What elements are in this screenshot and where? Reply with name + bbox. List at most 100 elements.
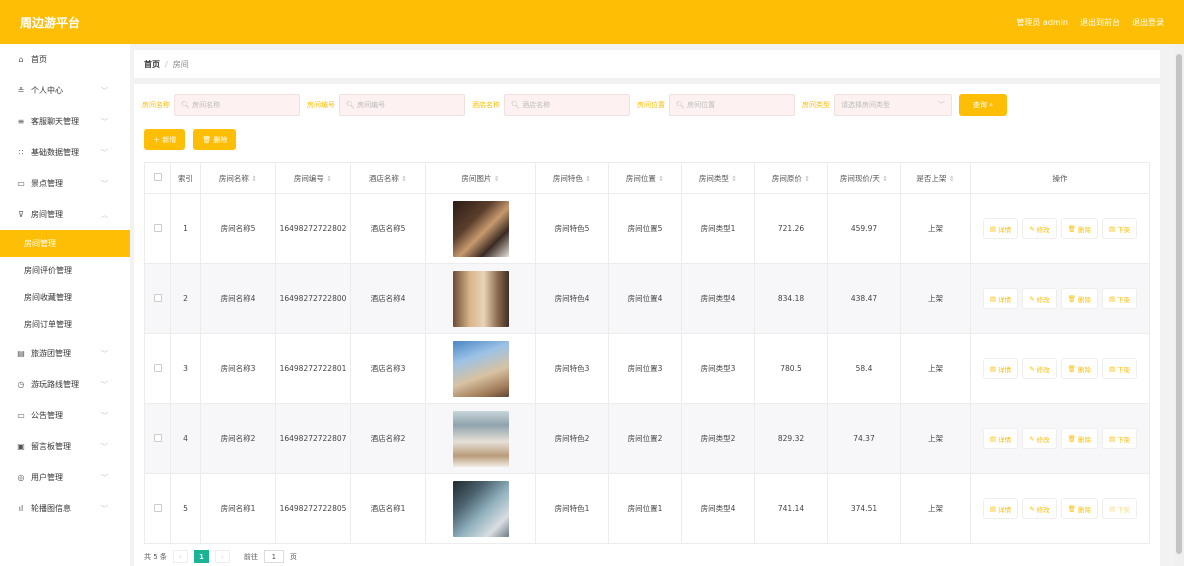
sort-icon[interactable]: ⇕: [882, 175, 888, 183]
cell-room-code: 16498272722805: [275, 473, 351, 544]
col-room-feature[interactable]: 房间特色 ⇕: [535, 162, 609, 194]
sort-icon[interactable]: ⇕: [251, 175, 257, 183]
detail-button[interactable]: ▤ 详情: [982, 428, 1019, 449]
checkbox[interactable]: [153, 173, 162, 181]
back-to-frontend-link[interactable]: 退出到前台: [1080, 17, 1120, 28]
room-thumbnail[interactable]: [452, 270, 509, 327]
detail-button[interactable]: ▤ 详情: [982, 498, 1019, 519]
col-room-type[interactable]: 房间类型 ⇕: [681, 162, 755, 194]
offshelf-button[interactable]: ▤ 下架: [1101, 288, 1138, 309]
col-room-name[interactable]: 房间名称 ⇕: [200, 162, 276, 194]
sort-icon[interactable]: ⇕: [731, 175, 737, 183]
row-checkbox[interactable]: [144, 263, 171, 334]
detail-button[interactable]: ▤ 详情: [982, 218, 1019, 239]
op-label: 下架: [1117, 295, 1131, 304]
sidebar-item-tour-group[interactable]: ▤ 旅游团管理 ﹀: [0, 338, 130, 369]
checkbox[interactable]: [153, 293, 162, 302]
sidebar-subitem-room-review[interactable]: 房间评价管理: [0, 257, 130, 284]
offshelf-button[interactable]: ▤ 下架: [1101, 358, 1138, 379]
logout-link[interactable]: 退出登录: [1132, 17, 1164, 28]
search-button[interactable]: 查询 ⌕: [959, 94, 1007, 116]
delete-button[interactable]: 🗑︎ 删除: [1060, 358, 1098, 379]
sidebar-item-message-board[interactable]: ▣ 留言板管理 ﹀: [0, 431, 130, 462]
sort-icon[interactable]: ⇕: [326, 175, 332, 183]
cell-original-price: 829.32: [754, 403, 828, 474]
delete-button[interactable]: 🗑︎ 删除: [1060, 498, 1098, 519]
col-current-price[interactable]: 房间现价/天 ⇕: [827, 162, 901, 194]
select-all-checkbox[interactable]: [144, 162, 171, 194]
sidebar-item-route[interactable]: ◷ 游玩路线管理 ﹀: [0, 369, 130, 400]
checkbox[interactable]: [153, 503, 162, 512]
delete-button[interactable]: 🗑︎ 删除: [1060, 288, 1098, 309]
checkbox[interactable]: [153, 223, 162, 232]
sort-icon[interactable]: ⇕: [804, 175, 810, 183]
col-room-image[interactable]: 房间图片 ⇕: [425, 162, 536, 194]
sidebar-subitem-room-favorite[interactable]: 房间收藏管理: [0, 284, 130, 311]
col-on-shelf[interactable]: 是否上架 ⇕: [900, 162, 971, 194]
detail-button[interactable]: ▤ 详情: [982, 358, 1019, 379]
sidebar-item-notice[interactable]: ▭ 公告管理 ﹀: [0, 400, 130, 431]
cell-index: 2: [170, 263, 201, 334]
room-thumbnail[interactable]: [452, 340, 509, 397]
content-panel: 房间名称 🔍︎ 房间名称 房间编号 🔍︎ 房间编号 酒店名称 🔍︎ 酒店名称 房…: [134, 84, 1160, 566]
sidebar-item-personal-center[interactable]: ≗ 个人中心 ﹀: [0, 75, 130, 106]
room-code-input[interactable]: 🔍︎ 房间编号: [339, 94, 465, 116]
sidebar-item-room[interactable]: ⊽ 房间管理 ︿: [0, 199, 130, 230]
next-page-button[interactable]: ›: [214, 550, 230, 563]
row-checkbox[interactable]: [144, 193, 171, 264]
sort-icon[interactable]: ⇕: [949, 175, 955, 183]
offshelf-button[interactable]: ▤ 下架: [1101, 428, 1138, 449]
sort-icon[interactable]: ⇕: [401, 175, 407, 183]
hotel-name-input[interactable]: 🔍︎ 酒店名称: [504, 94, 630, 116]
sidebar-item-basic-data[interactable]: ∷ 基础数据管理 ﹀: [0, 137, 130, 168]
delete-button[interactable]: 🗑︎ 删除: [1060, 218, 1098, 239]
page-number[interactable]: 1: [193, 550, 209, 563]
cell-room-feature: 房间特色3: [535, 333, 609, 404]
goto-page-input[interactable]: 1: [263, 550, 284, 563]
edit-button[interactable]: ✎ 修改: [1022, 428, 1057, 449]
offshelf-button[interactable]: ▤ 下架: [1101, 218, 1138, 239]
room-name-input[interactable]: 🔍︎ 房间名称: [174, 94, 300, 116]
sidebar-item-home[interactable]: ⌂ 首页: [0, 44, 130, 75]
prev-page-button[interactable]: ‹: [172, 550, 188, 563]
delete-button[interactable]: 🗑︎ 删除: [1060, 428, 1098, 449]
row-checkbox[interactable]: [144, 333, 171, 404]
user-icon: ≗: [17, 86, 25, 95]
detail-button[interactable]: ▤ 详情: [982, 288, 1019, 309]
checkbox[interactable]: [153, 363, 162, 372]
sidebar-item-users[interactable]: ◎ 用户管理 ﹀: [0, 462, 130, 493]
sort-icon[interactable]: ⇕: [658, 175, 664, 183]
edit-button[interactable]: ✎ 修改: [1022, 288, 1057, 309]
checkbox[interactable]: [153, 433, 162, 442]
offshelf-button[interactable]: ▤ 下架: [1101, 498, 1138, 519]
sort-icon[interactable]: ⇕: [585, 175, 591, 183]
edit-button[interactable]: ✎ 修改: [1022, 358, 1057, 379]
sidebar-item-chat[interactable]: ≡ 客服聊天管理 ﹀: [0, 106, 130, 137]
scrollbar-thumb[interactable]: [1176, 54, 1182, 554]
col-room-code[interactable]: 房间编号 ⇕: [275, 162, 351, 194]
room-location-input[interactable]: 🔍︎ 房间位置: [669, 94, 795, 116]
col-room-location[interactable]: 房间位置 ⇕: [608, 162, 682, 194]
cell-room-image: [425, 333, 536, 404]
breadcrumb-home[interactable]: 首页: [144, 59, 160, 70]
room-thumbnail[interactable]: [452, 480, 509, 537]
col-hotel-name[interactable]: 酒店名称 ⇕: [350, 162, 426, 194]
col-label: 是否上架: [916, 173, 947, 183]
sidebar-subitem-room-manage[interactable]: 房间管理: [0, 230, 130, 257]
col-original-price[interactable]: 房间原价 ⇕: [754, 162, 828, 194]
vertical-scrollbar[interactable]: [1174, 44, 1184, 566]
sidebar-subitem-room-order[interactable]: 房间订单管理: [0, 311, 130, 338]
sidebar-item-carousel[interactable]: ıl 轮播图信息 ﹀: [0, 493, 130, 524]
row-checkbox[interactable]: [144, 403, 171, 474]
cell-room-location: 房间位置5: [608, 193, 682, 264]
sidebar-item-scenic[interactable]: ▭ 景点管理 ﹀: [0, 168, 130, 199]
room-thumbnail[interactable]: [452, 200, 509, 257]
room-thumbnail[interactable]: [452, 410, 509, 467]
edit-button[interactable]: ✎ 修改: [1022, 218, 1057, 239]
edit-button[interactable]: ✎ 修改: [1022, 498, 1057, 519]
row-checkbox[interactable]: [144, 473, 171, 544]
batch-delete-button[interactable]: 🗑︎ 删除: [193, 129, 237, 150]
sort-icon[interactable]: ⇕: [494, 175, 500, 183]
add-button[interactable]: ＋ 新增: [144, 129, 186, 150]
room-type-select[interactable]: 请选择房间类型 ﹀: [834, 94, 952, 116]
